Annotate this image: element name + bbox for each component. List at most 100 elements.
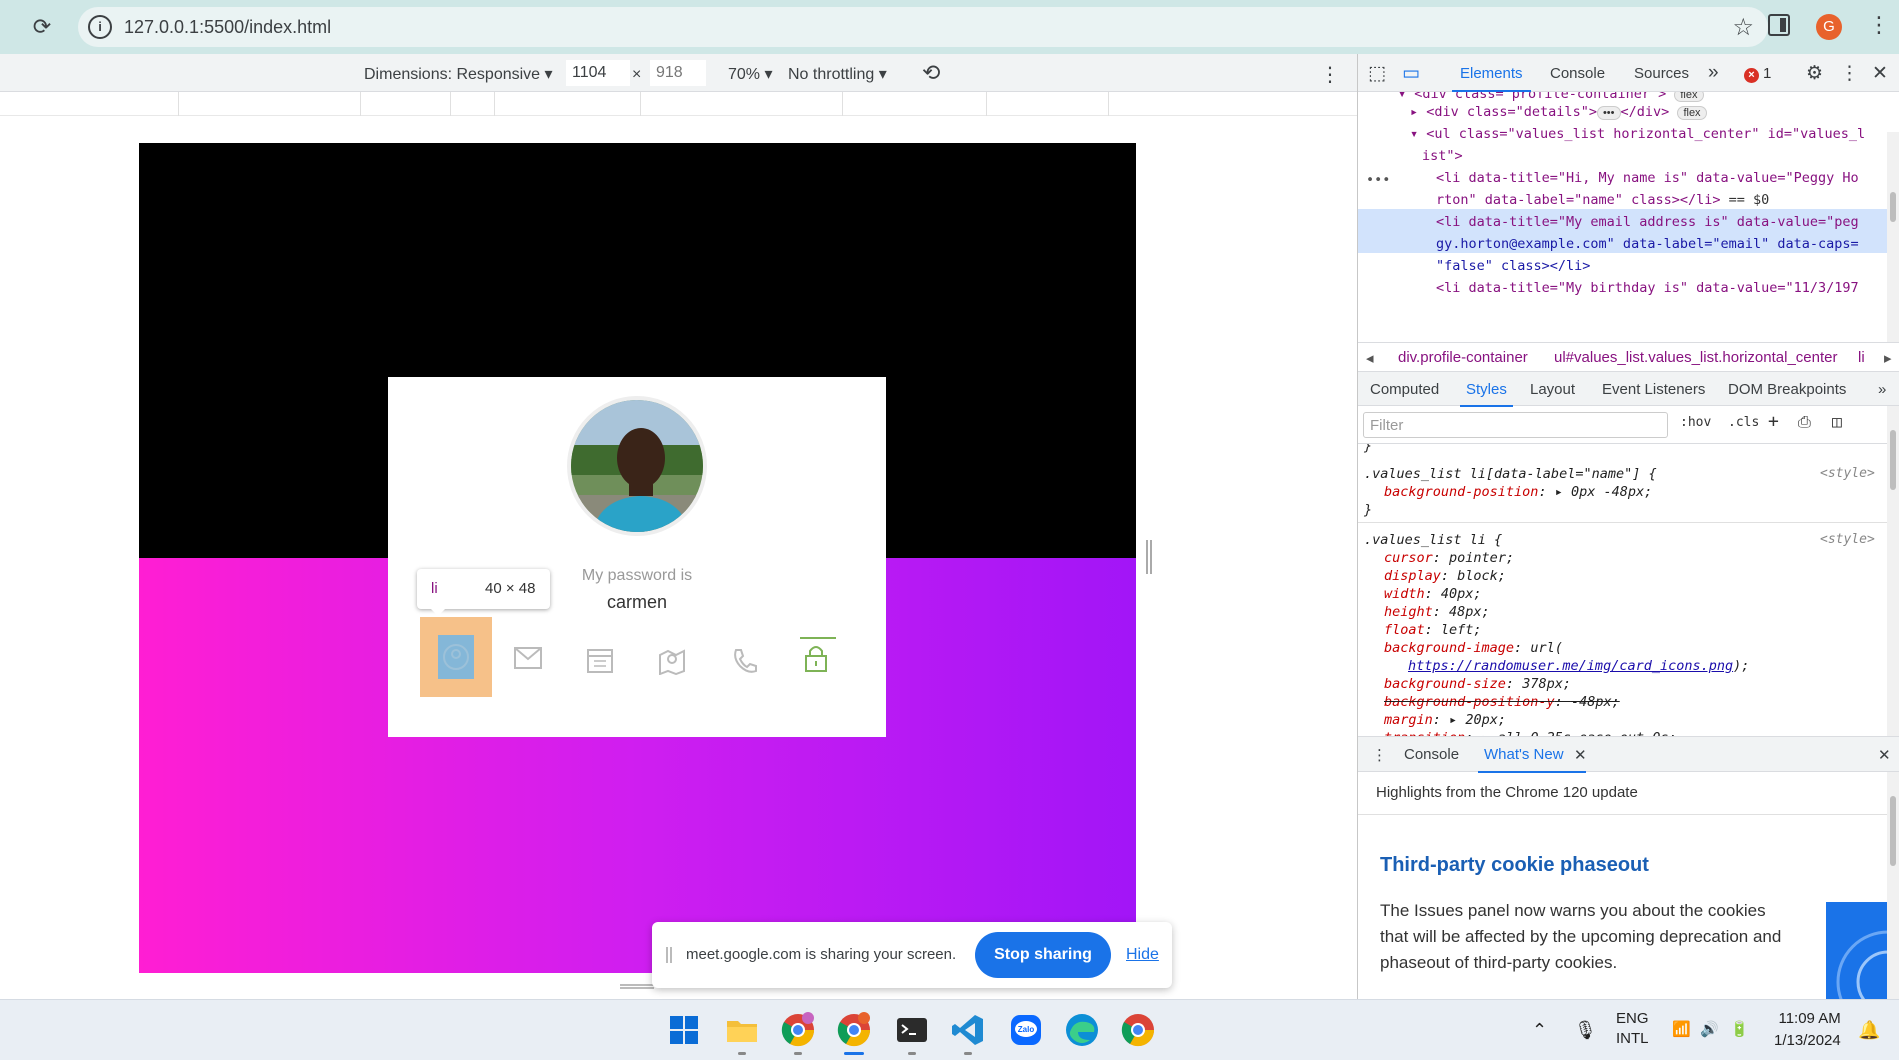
address-bar[interactable]: i 127.0.0.1:5500/index.html ☆ — [78, 7, 1768, 47]
zalo-icon[interactable]: Zalo — [1008, 1012, 1044, 1048]
devtools-menu-icon[interactable]: ⋮ — [1840, 62, 1859, 85]
whats-new-scrollbar[interactable] — [1887, 772, 1899, 999]
microphone-icon[interactable]: 🎙 — [1574, 1020, 1597, 1041]
style-property[interactable]: background-position: ▸ 0px -48px; — [1384, 484, 1652, 500]
breadcrumb-right-icon[interactable]: ▸ — [1884, 349, 1892, 367]
side-panel-icon[interactable] — [1768, 14, 1790, 36]
windows-start-icon[interactable] — [666, 1012, 702, 1048]
tab-styles[interactable]: Styles — [1460, 381, 1513, 407]
values-item-birthday[interactable] — [564, 617, 636, 697]
stop-sharing-button[interactable]: Stop sharing — [975, 932, 1111, 978]
close-devtools-icon[interactable]: ✕ — [1872, 62, 1888, 85]
drag-handle-icon[interactable] — [666, 947, 672, 963]
media-query-ruler[interactable] — [0, 92, 1357, 116]
profile-avatar[interactable]: G — [1816, 14, 1842, 40]
dom-line[interactable]: <li data-title="My birthday is" data-val… — [1436, 280, 1859, 296]
style-property[interactable]: margin: ▸ 20px; — [1384, 712, 1506, 728]
more-tabs-icon[interactable]: » — [1708, 62, 1719, 84]
viewport-resize-handle-bottom[interactable] — [620, 984, 654, 989]
breadcrumb-item[interactable]: li — [1858, 349, 1865, 366]
hov-button[interactable]: :hov — [1680, 415, 1711, 430]
edge-icon[interactable] — [1064, 1012, 1100, 1048]
tab-sources[interactable]: Sources — [1634, 65, 1689, 82]
drawer-tab-whats-new[interactable]: What's New — [1478, 746, 1586, 773]
rule-selector[interactable]: .values_list li[data-label="name"] { — [1364, 466, 1657, 482]
system-clock[interactable]: 11:09 AM 1/13/2024 — [1774, 1008, 1841, 1052]
rule-selector[interactable]: .values_list li { — [1364, 532, 1502, 548]
chrome-icon[interactable] — [780, 1012, 816, 1055]
width-input[interactable]: 1104 — [566, 60, 630, 86]
dimensions-dropdown[interactable]: Dimensions: Responsive ▾ — [364, 64, 553, 84]
bookmark-star-icon[interactable]: ☆ — [1732, 13, 1754, 42]
notification-bell-icon[interactable]: 🔔 — [1858, 1020, 1880, 1041]
dom-line-selected[interactable]: <li data-title="Hi, My name is" data-val… — [1436, 170, 1859, 186]
error-counter[interactable]: × 1 — [1744, 65, 1771, 83]
values-item-phone[interactable] — [708, 617, 780, 697]
values-item-location[interactable] — [636, 617, 708, 697]
reload-icon[interactable]: ⟳ — [28, 13, 56, 41]
dom-line[interactable]: ▸ <div class="details"> ••• </div> flex — [1410, 104, 1707, 120]
chrome-alt-icon[interactable] — [1120, 1012, 1156, 1048]
tab-console[interactable]: Console — [1550, 65, 1605, 82]
hide-link[interactable]: Hide — [1126, 946, 1159, 964]
settings-gear-icon[interactable]: ⚙ — [1806, 62, 1823, 85]
device-toggle-icon[interactable]: ▭ — [1402, 62, 1420, 85]
dom-line[interactable]: ▾ <div class="profile-container"> flex — [1398, 92, 1704, 102]
style-property[interactable]: background-image: url( — [1384, 640, 1563, 656]
tab-elements[interactable]: Elements — [1452, 65, 1531, 92]
more-subtabs-icon[interactable]: » — [1878, 381, 1886, 398]
dom-line[interactable]: <li data-title="My email address is" dat… — [1436, 214, 1859, 230]
styles-filter-input[interactable]: Filter — [1363, 412, 1668, 438]
breadcrumb-left-icon[interactable]: ◂ — [1366, 349, 1374, 367]
battery-icon[interactable]: 🔋 — [1730, 1020, 1749, 1038]
language-indicator[interactable]: ENG INTL — [1616, 1009, 1649, 1049]
file-explorer-icon[interactable] — [724, 1012, 760, 1055]
style-property[interactable]: display: block; — [1384, 568, 1506, 584]
breadcrumb-item[interactable]: ul#values_list.values_list.horizontal_ce… — [1554, 349, 1838, 366]
values-item-name[interactable] — [420, 617, 492, 697]
more-options-icon[interactable]: ⋮ — [1320, 62, 1340, 87]
close-tab-icon[interactable]: ✕ — [1574, 746, 1587, 764]
rotate-icon[interactable]: ⟲ — [922, 60, 940, 86]
height-input[interactable]: 918 — [650, 60, 706, 86]
throttling-dropdown[interactable]: No throttling ▾ — [788, 64, 887, 84]
site-info-icon[interactable]: i — [88, 15, 112, 39]
zoom-dropdown[interactable]: 70% ▾ — [728, 64, 773, 84]
toggle-sidebar-icon[interactable]: ◫ — [1832, 412, 1842, 431]
close-drawer-icon[interactable]: ✕ — [1878, 746, 1891, 764]
new-rule-button[interactable]: + — [1768, 411, 1779, 432]
style-url[interactable]: https://randomuser.me/img/card_icons.png… — [1408, 658, 1749, 674]
tab-dom-breakpoints[interactable]: DOM Breakpoints — [1728, 381, 1846, 398]
url-text[interactable]: 127.0.0.1:5500/index.html — [124, 17, 331, 38]
feature-heading[interactable]: Third-party cookie phaseout — [1380, 854, 1649, 877]
tab-layout[interactable]: Layout — [1530, 381, 1575, 398]
wifi-icon[interactable]: 📶 — [1672, 1020, 1691, 1038]
viewport-resize-handle[interactable] — [1146, 540, 1152, 574]
chrome-profile-icon[interactable] — [836, 1012, 872, 1055]
rule-source[interactable]: <style> — [1820, 532, 1875, 547]
show-hidden-icons-chevron-up-icon[interactable]: ⌃ — [1532, 1020, 1547, 1041]
tab-computed[interactable]: Computed — [1370, 381, 1439, 398]
terminal-icon[interactable] — [894, 1012, 930, 1055]
style-property[interactable]: height: 48px; — [1384, 604, 1490, 620]
style-property[interactable]: float: left; — [1384, 622, 1482, 638]
paint-icon[interactable]: ⎙ — [1798, 412, 1811, 432]
dom-scrollbar[interactable] — [1887, 132, 1899, 342]
cls-button[interactable]: .cls — [1728, 415, 1759, 430]
style-property[interactable]: width: 40px; — [1384, 586, 1482, 602]
dom-line[interactable]: ▾ <ul class="values_list horizontal_cent… — [1410, 126, 1865, 142]
tab-event-listeners[interactable]: Event Listeners — [1602, 381, 1705, 398]
node-options-icon[interactable]: ••• — [1366, 172, 1390, 188]
vscode-icon[interactable] — [950, 1012, 986, 1055]
volume-icon[interactable]: 🔊 — [1700, 1020, 1719, 1038]
drawer-tab-console[interactable]: Console — [1404, 746, 1459, 763]
style-property[interactable]: background-size: 378px; — [1384, 676, 1571, 692]
values-item-password[interactable] — [780, 617, 852, 697]
styles-scrollbar[interactable] — [1887, 406, 1899, 736]
rule-source[interactable]: <style> — [1820, 466, 1875, 481]
breadcrumb-item[interactable]: div.profile-container — [1398, 349, 1528, 366]
values-item-email[interactable] — [492, 617, 564, 697]
style-property-overridden[interactable]: background-position-y: -48px; — [1384, 694, 1620, 710]
drawer-menu-icon[interactable]: ⋮ — [1372, 746, 1387, 764]
chrome-menu-icon[interactable]: ⋮ — [1868, 12, 1890, 38]
